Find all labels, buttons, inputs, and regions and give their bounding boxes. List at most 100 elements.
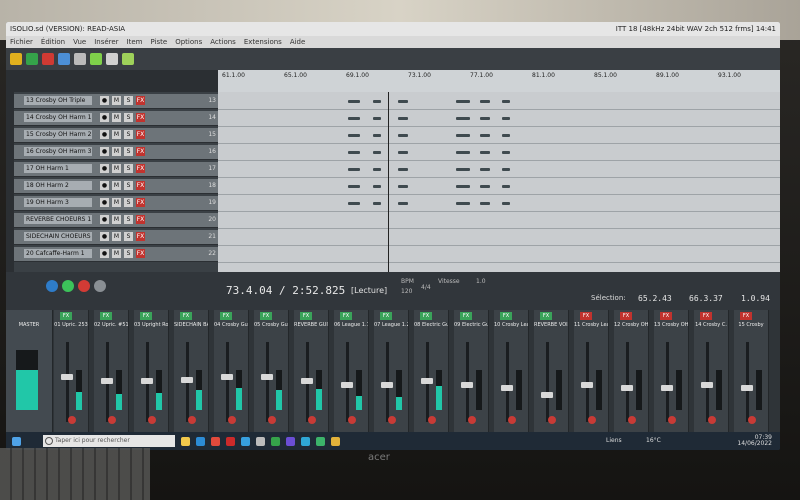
strip-fx-button[interactable]: FX bbox=[60, 312, 72, 320]
metronome-icon[interactable] bbox=[74, 53, 86, 65]
track-name[interactable]: 16 Crosby OH Harm 3 bbox=[24, 147, 92, 156]
edge-icon[interactable] bbox=[196, 436, 205, 446]
strip-fader-handle[interactable] bbox=[621, 385, 633, 392]
strip-fader-handle[interactable] bbox=[141, 378, 153, 384]
mixer-strip[interactable]: FX 04 Crosby Gui bbox=[214, 310, 249, 432]
fx-button[interactable]: FX bbox=[136, 147, 145, 156]
solo-button[interactable]: S bbox=[124, 198, 133, 207]
mixer-strip[interactable]: FX 06 League 1.1 bbox=[334, 310, 369, 432]
audio-item[interactable] bbox=[373, 117, 381, 120]
taskbar-links[interactable]: Liens bbox=[606, 437, 622, 444]
track-name[interactable]: 17 OH Harm 1 bbox=[24, 164, 92, 173]
telegram-icon[interactable] bbox=[301, 436, 310, 446]
selection-length[interactable]: 1.0.94 bbox=[741, 294, 770, 303]
strip-fader-handle[interactable] bbox=[701, 381, 713, 388]
mixer-strip[interactable]: FX REVERBE GUIT bbox=[294, 310, 329, 432]
track-lane[interactable] bbox=[218, 179, 780, 195]
fx-button[interactable]: FX bbox=[136, 232, 145, 241]
fx-button[interactable]: FX bbox=[136, 249, 145, 258]
audio-item[interactable] bbox=[456, 117, 470, 120]
menu-item[interactable]: Insérer bbox=[94, 36, 118, 48]
audio-item[interactable] bbox=[398, 117, 408, 120]
strip-fader-handle[interactable] bbox=[341, 381, 353, 388]
audio-item[interactable] bbox=[456, 151, 470, 154]
mixer-strip[interactable]: FX 12 Crosby OH bbox=[614, 310, 649, 432]
timeline-ruler[interactable]: 61.1.00 65.1.00 69.1.00 73.1.00 77.1.00 81.1.… bbox=[218, 70, 780, 92]
folder-icon[interactable] bbox=[181, 436, 190, 446]
strip-record-knob[interactable] bbox=[748, 416, 756, 424]
mixer-strip[interactable]: FX 15 Crosby bbox=[734, 310, 769, 432]
mute-button[interactable]: M bbox=[112, 249, 121, 258]
record-arm-button[interactable]: ● bbox=[100, 181, 109, 190]
undo-icon[interactable] bbox=[42, 53, 54, 65]
audio-item[interactable] bbox=[348, 134, 360, 137]
audio-item[interactable] bbox=[502, 168, 510, 171]
menu-item[interactable]: Fichier bbox=[10, 36, 33, 48]
strip-record-knob[interactable] bbox=[668, 416, 676, 424]
menu-item[interactable]: Options bbox=[175, 36, 202, 48]
menu-item[interactable]: Aide bbox=[290, 36, 305, 48]
record-arm-button[interactable]: ● bbox=[100, 198, 109, 207]
track-header[interactable]: 19 OH Harm 3 ● M S FX 19 bbox=[14, 196, 218, 211]
strip-fx-button[interactable]: FX bbox=[740, 312, 752, 320]
strip-record-knob[interactable] bbox=[348, 416, 356, 424]
mute-button[interactable]: M bbox=[112, 96, 121, 105]
audio-item[interactable] bbox=[502, 202, 510, 205]
mute-button[interactable]: M bbox=[112, 130, 121, 139]
fx-button[interactable]: FX bbox=[136, 130, 145, 139]
strip-fx-button[interactable]: FX bbox=[620, 312, 632, 320]
audio-item[interactable] bbox=[398, 168, 408, 171]
mixer-strip[interactable]: FX 07 League 1.2 bbox=[374, 310, 409, 432]
mail-icon[interactable] bbox=[241, 436, 250, 446]
audio-item[interactable] bbox=[480, 168, 490, 171]
mixer-strip[interactable]: FX REVERBE VOIX bbox=[534, 310, 569, 432]
solo-button[interactable]: S bbox=[124, 215, 133, 224]
strip-fader-handle[interactable] bbox=[381, 381, 393, 388]
solo-button[interactable]: S bbox=[124, 130, 133, 139]
audio-item[interactable] bbox=[348, 185, 360, 188]
menu-item[interactable]: Piste bbox=[151, 36, 168, 48]
strip-record-knob[interactable] bbox=[708, 416, 716, 424]
mute-button[interactable]: M bbox=[112, 164, 121, 173]
strip-fx-button[interactable]: FX bbox=[180, 312, 192, 320]
audio-item[interactable] bbox=[348, 100, 360, 103]
mixer-strip[interactable]: FX 08 Electric Gu bbox=[414, 310, 449, 432]
track-header[interactable]: SIDECHAIN CHOEURS ● M S FX 21 bbox=[14, 230, 218, 245]
app-icon-red[interactable] bbox=[226, 436, 235, 446]
solo-button[interactable]: S bbox=[124, 164, 133, 173]
record-arm-button[interactable]: ● bbox=[100, 164, 109, 173]
repeat-button[interactable] bbox=[94, 280, 106, 292]
track-lane[interactable] bbox=[218, 213, 780, 229]
solo-button[interactable]: S bbox=[124, 249, 133, 258]
strip-record-knob[interactable] bbox=[108, 416, 116, 424]
track-lane[interactable] bbox=[218, 196, 780, 212]
strip-fx-button[interactable]: FX bbox=[220, 312, 232, 320]
audio-item[interactable] bbox=[456, 185, 470, 188]
strip-fader-handle[interactable] bbox=[501, 385, 513, 392]
strip-fader-handle[interactable] bbox=[661, 385, 673, 392]
reaper-icon[interactable] bbox=[256, 436, 265, 446]
audio-item[interactable] bbox=[348, 117, 360, 120]
mute-button[interactable]: M bbox=[112, 232, 121, 241]
ripple-icon[interactable] bbox=[122, 53, 134, 65]
menu-item[interactable]: Édition bbox=[41, 36, 65, 48]
track-name[interactable]: 15 Crosby OH Harm 2 bbox=[24, 130, 92, 139]
audio-item[interactable] bbox=[502, 185, 510, 188]
audio-item[interactable] bbox=[373, 185, 381, 188]
redo-icon[interactable] bbox=[58, 53, 70, 65]
selection-start[interactable]: 65.2.43 bbox=[638, 294, 672, 303]
solo-button[interactable]: S bbox=[124, 113, 133, 122]
app-icon-green[interactable] bbox=[271, 436, 280, 446]
audio-item[interactable] bbox=[480, 134, 490, 137]
track-lane[interactable] bbox=[218, 111, 780, 127]
strip-record-knob[interactable] bbox=[268, 416, 276, 424]
app-icon-purple[interactable] bbox=[286, 436, 295, 446]
audio-item[interactable] bbox=[502, 151, 510, 154]
audio-item[interactable] bbox=[373, 100, 381, 103]
strip-fader-handle[interactable] bbox=[461, 381, 473, 388]
track-lane[interactable] bbox=[218, 94, 780, 110]
fx-button[interactable]: FX bbox=[136, 96, 145, 105]
fx-button[interactable]: FX bbox=[136, 113, 145, 122]
menu-item[interactable]: Actions bbox=[210, 36, 236, 48]
bpm-value[interactable]: 120 bbox=[401, 288, 412, 295]
